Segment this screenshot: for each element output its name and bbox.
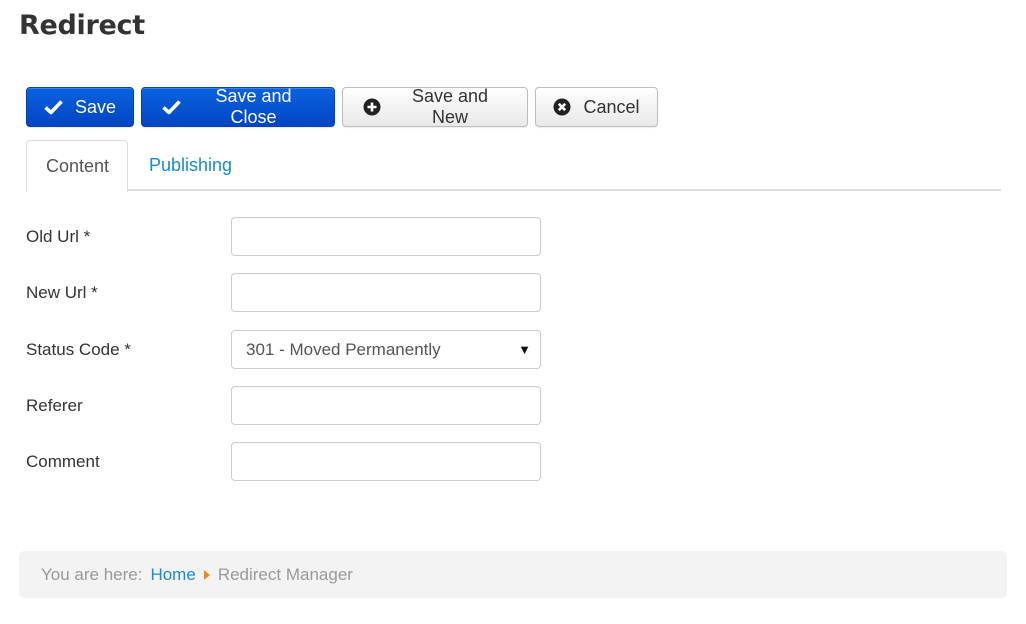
tab-content[interactable]: Content [26, 140, 128, 193]
referer-label: Referer [26, 395, 83, 415]
old-url-input[interactable] [231, 217, 541, 256]
plus-circle-icon [363, 98, 381, 116]
page-title: Redirect [19, 10, 145, 41]
comment-input[interactable] [231, 442, 541, 481]
form-row-comment: Comment [26, 442, 541, 481]
check-icon [162, 99, 181, 115]
status-code-select[interactable]: 301 - Moved Permanently ▼ [231, 330, 541, 369]
save-and-close-button[interactable]: Save and Close [141, 86, 335, 127]
save-and-new-button[interactable]: Save and New [342, 86, 528, 127]
old-url-label: Old Url * [26, 226, 91, 246]
caret-right-icon [203, 569, 210, 580]
breadcrumb-prefix: You are here: [41, 564, 143, 584]
referer-input[interactable] [231, 386, 541, 425]
new-url-input[interactable] [231, 273, 541, 312]
save-button-label: Save [74, 96, 117, 117]
save-button[interactable]: Save [26, 87, 134, 127]
status-code-selected-value: 301 - Moved Permanently [246, 339, 441, 359]
form-row-new-url: New Url * [26, 273, 541, 312]
times-circle-icon [553, 98, 571, 116]
comment-label: Comment [26, 451, 100, 471]
breadcrumb: You are here: Home Redirect Manager [19, 551, 1007, 598]
save-and-new-button-label: Save and New [411, 86, 489, 127]
cancel-button[interactable]: Cancel [535, 87, 658, 127]
tab-content-label: Content [46, 155, 110, 176]
breadcrumb-home-link[interactable]: Home [150, 565, 195, 585]
status-code-label: Status Code * [26, 339, 131, 359]
caret-down-icon: ▼ [518, 342, 531, 357]
tab-publishing[interactable]: Publishing [128, 140, 251, 191]
form-row-old-url: Old Url * [26, 217, 541, 256]
breadcrumb-current: Redirect Manager [217, 564, 353, 584]
save-and-close-button-label: Save and Close [215, 86, 292, 127]
tab-publishing-label: Publishing [149, 155, 233, 175]
form-row-status-code: Status Code * 301 - Moved Permanently ▼ [26, 330, 541, 369]
tab-bar: Content Publishing [26, 140, 1001, 193]
toolbar: Save Save and Close Save and New Cancel [26, 86, 658, 127]
cancel-button-label: Cancel [583, 96, 640, 117]
check-icon [44, 99, 63, 115]
form-row-referer: Referer [26, 386, 541, 425]
page: Redirect Save Save and Close Save and Ne… [0, 0, 1026, 624]
new-url-label: New Url * [26, 282, 98, 302]
